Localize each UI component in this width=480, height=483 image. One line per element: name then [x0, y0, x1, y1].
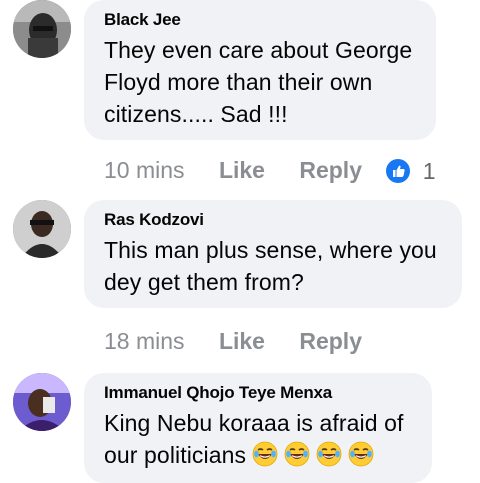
comment-text: They even care about George Floyd more t…: [104, 37, 413, 127]
reply-button[interactable]: Reply: [299, 326, 362, 356]
comment-actions: 18 mins Like Reply: [104, 324, 362, 354]
reply-button[interactable]: Reply: [299, 155, 362, 185]
commenter-name[interactable]: Ras Kodzovi: [104, 210, 442, 230]
like-thumb-icon: [386, 158, 411, 183]
comment-timestamp[interactable]: 10 mins: [104, 155, 185, 185]
reaction-count: 1: [422, 157, 436, 184]
commenter-name[interactable]: Black Jee: [104, 10, 416, 30]
avatar[interactable]: [13, 200, 71, 258]
crying-laughing-emoji: [316, 441, 342, 467]
comment-timestamp[interactable]: 18 mins: [104, 326, 185, 356]
like-button[interactable]: Like: [219, 326, 265, 356]
comment-bubble: Black Jee They even care about George Fl…: [84, 0, 436, 140]
crying-laughing-emoji: [252, 441, 278, 467]
comment-bubble: Ras Kodzovi This man plus sense, where y…: [84, 200, 462, 308]
comment-text: King Nebu koraaa is afraid of our politi…: [104, 410, 404, 468]
avatar[interactable]: [13, 373, 71, 431]
comment-text: This man plus sense, where you dey get t…: [104, 237, 437, 295]
comment-text-line: our politicians: [104, 442, 247, 468]
emoji-row: [246, 441, 374, 468]
avatar[interactable]: [13, 0, 71, 58]
crying-laughing-emoji: [348, 441, 374, 467]
reaction-summary[interactable]: 1: [386, 154, 436, 186]
comment-bubble: Immanuel Qhojo Teye Menxa King Nebu kora…: [84, 373, 432, 483]
crying-laughing-emoji: [284, 441, 310, 467]
commenter-name[interactable]: Immanuel Qhojo Teye Menxa: [104, 383, 412, 403]
comment-actions: 10 mins Like Reply 1: [104, 153, 436, 186]
like-button[interactable]: Like: [219, 155, 265, 185]
